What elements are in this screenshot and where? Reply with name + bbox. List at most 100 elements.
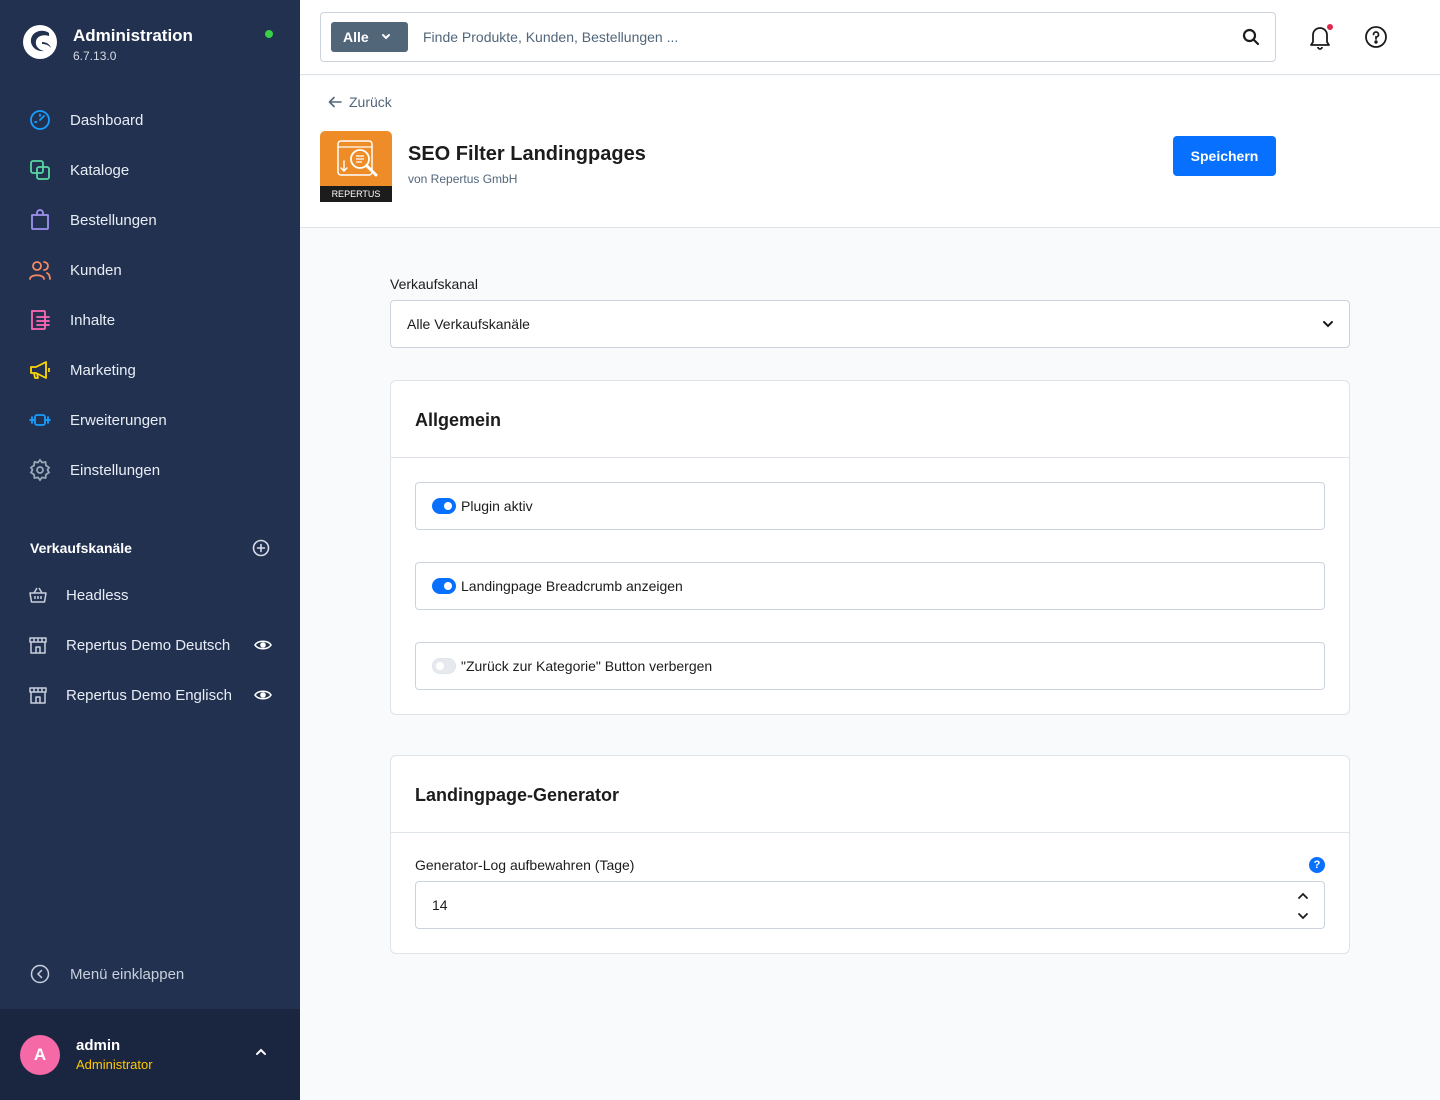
shopware-logo-icon — [23, 25, 57, 59]
online-status-dot — [265, 30, 273, 38]
sales-channels-list: Headless Repertus Demo Deutsch Repertus … — [0, 570, 300, 720]
user-role: Administrator — [76, 1057, 153, 1072]
back-label: Zurück — [349, 94, 392, 110]
megaphone-icon — [30, 361, 50, 379]
collapse-menu-label: Menü einklappen — [70, 965, 185, 983]
basket-icon — [29, 587, 47, 603]
generator-log-days-input[interactable]: 14 — [415, 881, 1325, 929]
chevron-left-circle-icon — [30, 964, 50, 984]
nav-item-dashboard[interactable]: Dashboard — [0, 95, 300, 145]
collapse-menu-button[interactable]: Menü einklappen — [30, 964, 184, 984]
toggle-label: Landingpage Breadcrumb anzeigen — [461, 578, 683, 594]
plug-icon — [29, 414, 51, 426]
users-icon — [29, 261, 51, 280]
nav-item-content[interactable]: Inhalte — [0, 295, 300, 345]
nav-label: Dashboard — [70, 111, 144, 129]
card-title: Landingpage-Generator — [415, 785, 620, 805]
chevron-up-icon[interactable] — [254, 1047, 268, 1057]
add-circle-icon[interactable] — [252, 539, 270, 557]
nav-item-orders[interactable]: Bestellungen — [0, 195, 300, 245]
breadcrumb-setting: Landingpage Breadcrumb anzeigen — [415, 562, 1325, 610]
page-header: Zurück REPERTUS SEO Filter Landingpages … — [300, 76, 1440, 228]
gear-icon — [29, 458, 51, 482]
sales-channel-repertus-demo-englisch[interactable]: Repertus Demo Englisch — [0, 670, 300, 720]
nav-label: Marketing — [70, 361, 136, 379]
content-icon — [31, 310, 50, 330]
plugin-active-setting: Plugin aktiv — [415, 482, 1325, 530]
brand: Administration 6.7.13.0 — [22, 24, 193, 63]
user-name: admin — [76, 1037, 121, 1054]
app-title: Administration — [73, 26, 193, 45]
sales-channel-repertus-demo-deutsch[interactable]: Repertus Demo Deutsch — [0, 620, 300, 670]
save-button[interactable]: Speichern — [1173, 136, 1276, 176]
avatar: A — [20, 1034, 60, 1075]
chevron-up-icon — [1298, 892, 1308, 899]
generator-settings-card: Landingpage-Generator Generator-Log aufb… — [390, 755, 1350, 954]
nav-label: Kunden — [70, 261, 122, 279]
global-search: Alle — [320, 12, 1276, 62]
shopping-bag-icon — [31, 209, 49, 230]
plugin-active-toggle[interactable] — [432, 498, 456, 514]
generator-log-days-value: 14 — [432, 897, 448, 913]
nav-item-settings[interactable]: Einstellungen — [0, 445, 300, 495]
eye-icon[interactable] — [254, 689, 272, 701]
eye-icon[interactable] — [254, 639, 272, 651]
sales-channels-header: Verkaufskanäle — [30, 536, 270, 560]
chevron-down-icon — [381, 34, 390, 40]
general-settings-card: Allgemein Plugin aktiv Landingpage Bread… — [390, 380, 1350, 715]
notifications-button[interactable] — [1308, 24, 1333, 50]
sidebar: Administration 6.7.13.0 Dashboard Katalo… — [0, 0, 300, 1100]
dashboard-gauge-icon — [30, 110, 50, 130]
generator-log-label: Generator-Log aufbewahren (Tage) — [415, 857, 635, 873]
topbar: Alle — [300, 0, 1440, 75]
notification-badge — [1327, 24, 1333, 30]
main-nav: Dashboard Kataloge Bestellungen Kunden I… — [0, 95, 300, 495]
plugin-logo-icon: REPERTUS — [320, 131, 392, 202]
sales-channel-label: Verkaufskanal — [390, 276, 478, 292]
sales-channel-label: Repertus Demo Englisch — [66, 686, 232, 704]
plugin-icon-text: REPERTUS — [332, 189, 381, 199]
search-icon[interactable] — [1241, 27, 1261, 47]
chevron-down-icon — [1323, 321, 1333, 328]
plugin-author: von Repertus GmbH — [408, 172, 518, 186]
sales-channel-label: Repertus Demo Deutsch — [66, 636, 231, 654]
nav-item-marketing[interactable]: Marketing — [0, 345, 300, 395]
sales-channel-headless[interactable]: Headless — [0, 570, 300, 620]
card-title: Allgemein — [415, 410, 502, 430]
sales-channel-select-value: Alle Verkaufskanäle — [407, 316, 530, 332]
toggle-label: Plugin aktiv — [461, 498, 533, 514]
card-divider — [391, 832, 1349, 833]
nav-label: Kataloge — [70, 161, 130, 179]
search-input[interactable] — [423, 29, 1241, 45]
increment-button[interactable] — [1296, 888, 1310, 899]
chevron-down-icon — [1298, 913, 1308, 920]
help-icon[interactable] — [1364, 25, 1388, 49]
search-type-dropdown[interactable]: Alle — [331, 22, 408, 52]
hide-back-button-setting: "Zurück zur Kategorie" Button verbergen — [415, 642, 1325, 690]
user-bar[interactable]: A admin Administrator — [0, 1009, 300, 1100]
card-divider — [391, 457, 1349, 458]
help-tooltip-icon[interactable]: ? — [1309, 857, 1325, 873]
back-link[interactable]: Zurück — [328, 94, 392, 110]
decrement-button[interactable] — [1296, 908, 1310, 920]
app-version: 6.7.13.0 — [73, 49, 117, 63]
catalog-icon — [30, 160, 50, 180]
nav-item-catalogs[interactable]: Kataloge — [0, 145, 300, 195]
storefront-icon — [29, 637, 47, 654]
nav-label: Bestellungen — [70, 211, 157, 229]
nav-label: Inhalte — [70, 311, 116, 329]
storefront-icon — [29, 687, 47, 704]
breadcrumb-toggle[interactable] — [432, 578, 456, 594]
search-type-label: Alle — [343, 29, 369, 45]
sales-channel-select[interactable]: Alle Verkaufskanäle — [390, 300, 1350, 348]
number-stepper — [1296, 888, 1310, 920]
nav-item-extensions[interactable]: Erweiterungen — [0, 395, 300, 445]
nav-item-customers[interactable]: Kunden — [0, 245, 300, 295]
arrow-left-icon — [328, 96, 342, 108]
plugin-title: SEO Filter Landingpages — [408, 143, 646, 165]
sales-channel-label: Headless — [66, 586, 129, 604]
nav-label: Erweiterungen — [70, 411, 167, 429]
nav-label: Einstellungen — [70, 461, 161, 479]
sales-channels-title: Verkaufskanäle — [30, 540, 132, 556]
hide-back-button-toggle[interactable] — [432, 658, 456, 674]
